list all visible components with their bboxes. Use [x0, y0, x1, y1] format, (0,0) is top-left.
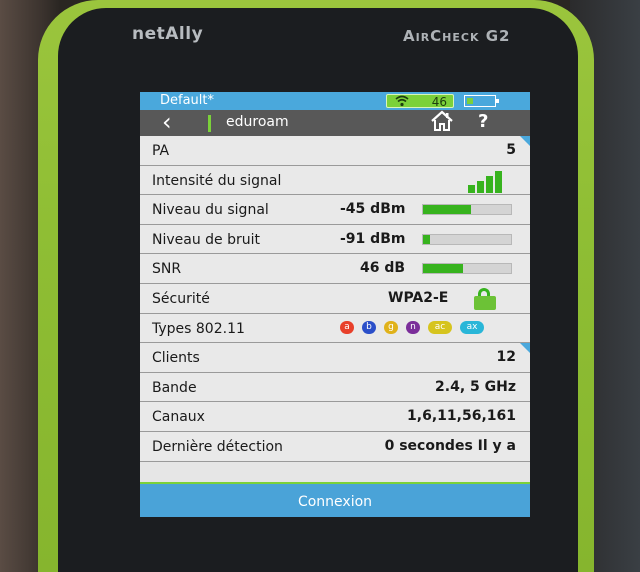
- signal-level-meter: [422, 204, 512, 216]
- row-noise-level: Niveau de bruit -91 dBm: [140, 224, 530, 255]
- battery-fill: [467, 98, 473, 104]
- row-label: Niveau de bruit: [152, 231, 261, 248]
- wifi-icon: [395, 95, 409, 111]
- row-signal-intensity: Intensité du signal: [140, 165, 530, 196]
- row-value: -45 dBm: [340, 201, 406, 218]
- wifi-count: 46: [431, 95, 447, 109]
- row-value: 5: [506, 142, 516, 158]
- title-divider: [208, 115, 211, 132]
- help-icon[interactable]: ?: [478, 111, 488, 132]
- ssid-title: eduroam: [226, 114, 289, 130]
- row-value: 2.4, 5 GHz: [435, 378, 516, 395]
- row-label: Sécurité: [152, 290, 210, 307]
- row-value: 1,6,11,56,161: [407, 408, 516, 425]
- row-value: 0 secondes Il y a: [384, 437, 516, 454]
- protocol-chip-b: b: [362, 320, 376, 334]
- signal-bars-icon: [468, 170, 508, 193]
- protocol-chip-n: n: [406, 320, 420, 334]
- row-label: Niveau du signal: [152, 202, 269, 219]
- signal-bar: [486, 175, 493, 193]
- row-label: Types 802.11: [152, 320, 245, 337]
- protocol-chip-ax: ax: [460, 320, 484, 334]
- signal-bar: [477, 180, 484, 193]
- row-label: Intensité du signal: [152, 172, 282, 189]
- home-icon[interactable]: [430, 110, 454, 137]
- battery-tip: [496, 99, 499, 103]
- row-channels: Canaux 1,6,11,56,161: [140, 402, 530, 432]
- row-last-seen: Dernière détection 0 secondes Il y a: [140, 431, 530, 462]
- protocol-chip-g: g: [384, 320, 398, 334]
- drilldown-corner-icon: [520, 136, 530, 146]
- connect-button[interactable]: Connexion: [140, 482, 530, 517]
- row-label: Dernière détection: [152, 438, 283, 455]
- row-pa[interactable]: PA 5: [140, 136, 530, 166]
- device-screen: Default* 46 ‹ eduroam ? PA 5 Intensité d…: [140, 92, 530, 517]
- meter-fill: [423, 234, 431, 244]
- profile-name[interactable]: Default*: [160, 93, 214, 108]
- row-snr: SNR 46 dB: [140, 254, 530, 284]
- row-label: PA: [152, 143, 170, 159]
- signal-bar: [495, 170, 502, 193]
- snr-meter: [422, 263, 512, 275]
- row-label: Clients: [152, 350, 200, 367]
- lock-icon: [474, 287, 498, 310]
- drilldown-corner-icon: [520, 343, 530, 354]
- row-signal-level: Niveau du signal -45 dBm: [140, 195, 530, 225]
- meter-fill: [423, 264, 463, 274]
- row-band: Bande 2.4, 5 GHz: [140, 372, 530, 403]
- row-label: Canaux: [152, 409, 205, 426]
- noise-level-meter: [422, 233, 512, 245]
- title-bar: ‹ eduroam ?: [140, 108, 530, 137]
- protocol-chip-a: a: [340, 320, 354, 334]
- row-value: 46 dB: [360, 260, 406, 277]
- model-name: AirCheck G2: [403, 27, 511, 45]
- row-value: WPA2-E: [388, 289, 449, 306]
- wifi-count-badge[interactable]: 46: [386, 94, 454, 111]
- row-types-80211: Types 802.11 a b g n ac ax: [140, 313, 530, 344]
- row-clients[interactable]: Clients 12: [140, 343, 530, 373]
- lock-body: [474, 295, 496, 310]
- signal-bar: [468, 184, 475, 193]
- row-value: 12: [496, 349, 516, 366]
- detail-list: PA 5 Intensité du signal Niveau du signa…: [140, 136, 530, 462]
- row-value: -91 dBm: [340, 230, 406, 247]
- meter-fill: [423, 205, 472, 215]
- back-chevron-icon[interactable]: ‹: [162, 108, 172, 136]
- row-label: Bande: [152, 379, 197, 396]
- battery-icon: [464, 95, 499, 107]
- row-label: SNR: [152, 261, 182, 278]
- protocol-chip-ac: ac: [428, 320, 452, 334]
- brand-logo: netAlly: [132, 24, 204, 44]
- status-bar: Default* 46: [140, 92, 530, 110]
- row-security: Sécurité WPA2-E: [140, 283, 530, 314]
